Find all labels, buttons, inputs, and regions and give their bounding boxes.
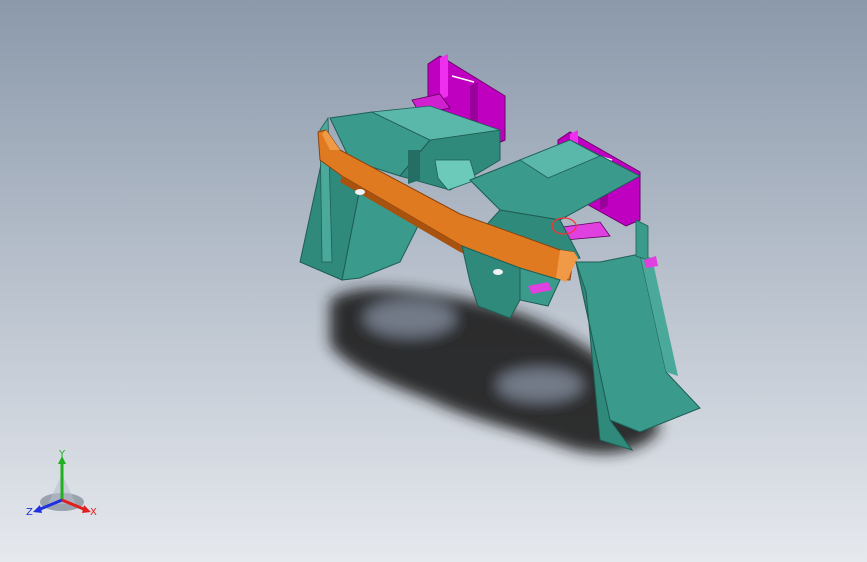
y-axis-label: Y (58, 449, 66, 460)
x-axis-label: X (90, 507, 97, 518)
bolt-hole (493, 269, 503, 275)
z-axis-label: Z (26, 507, 33, 518)
model-assembly[interactable] (0, 0, 867, 562)
bolt-hole (355, 189, 365, 195)
cad-viewport[interactable]: Y X Z (0, 0, 867, 562)
coordinate-triad: Y X Z (26, 449, 97, 518)
